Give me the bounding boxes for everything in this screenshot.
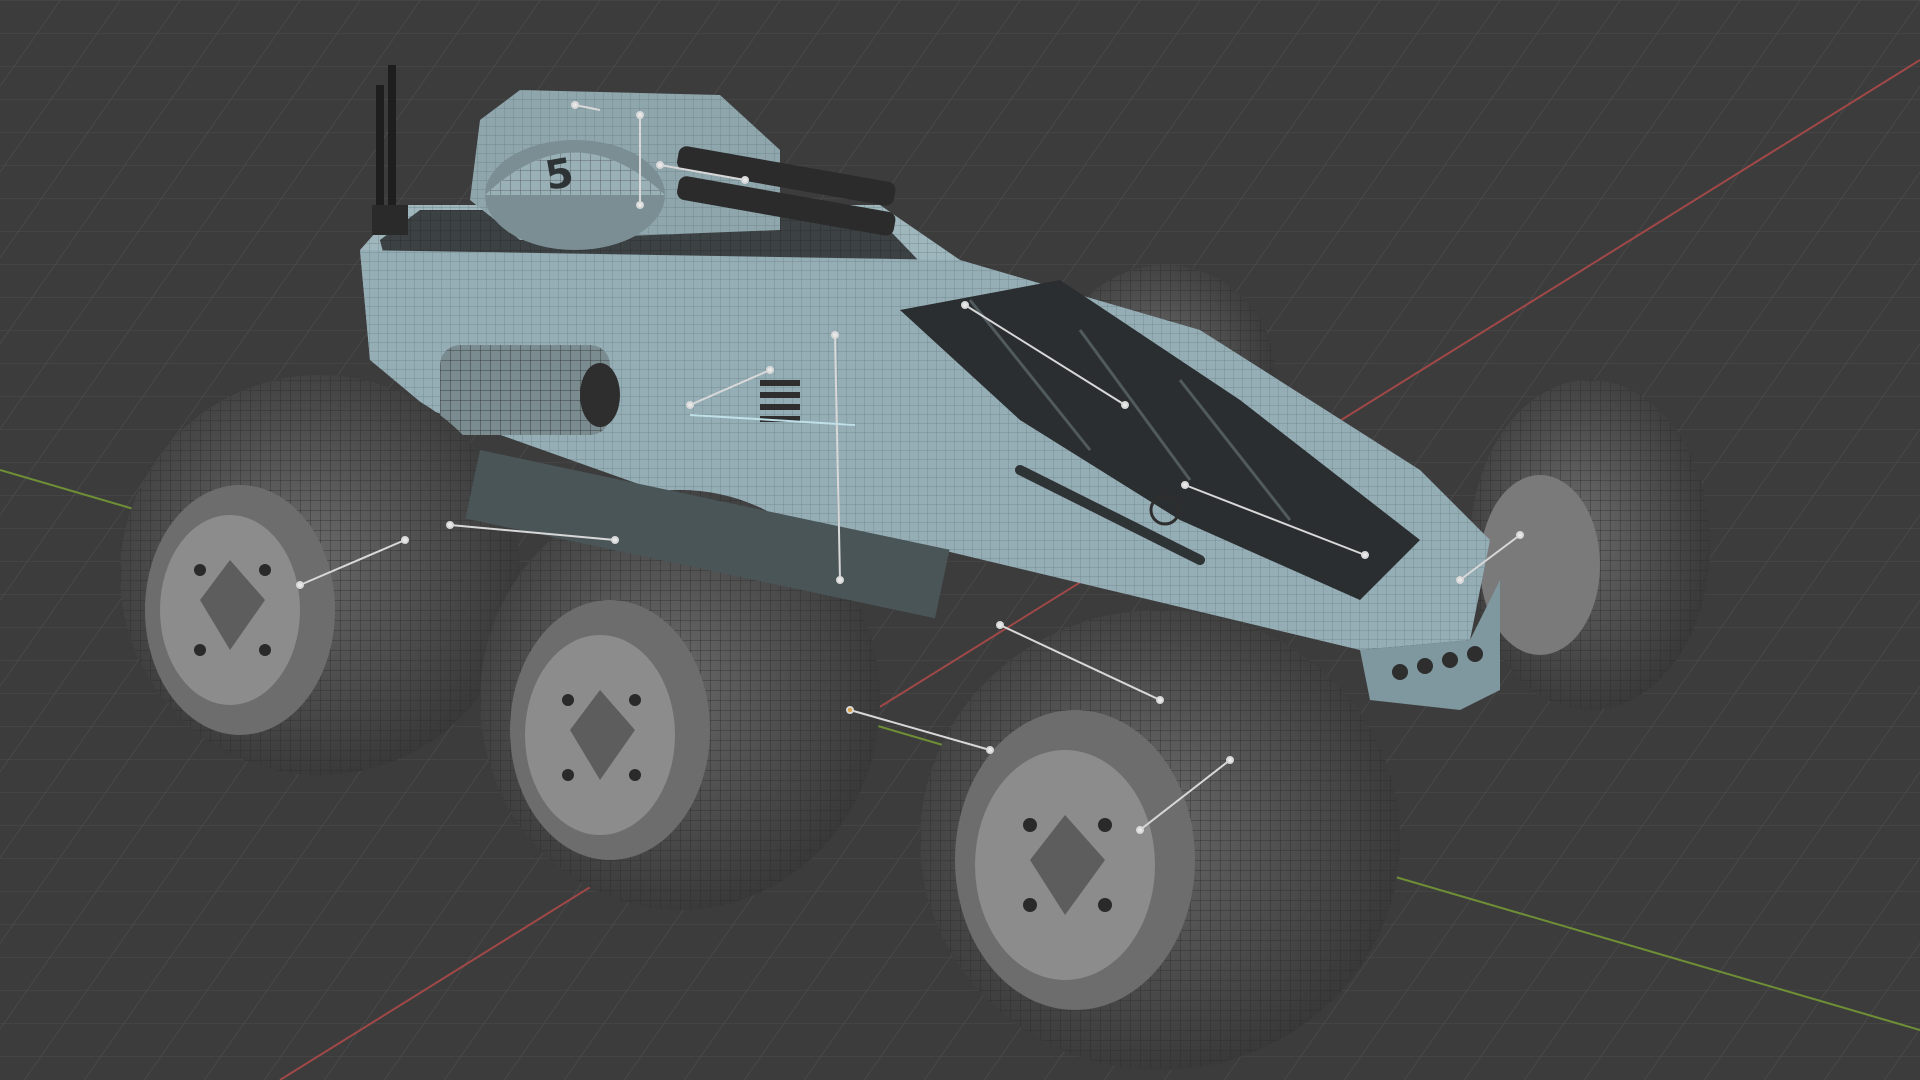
wheel-front-left[interactable] bbox=[920, 610, 1400, 1070]
side-cylinder[interactable] bbox=[440, 345, 620, 435]
wheel-rear-left[interactable] bbox=[120, 375, 520, 775]
viewport-canvas[interactable]: 5 bbox=[0, 0, 1920, 1080]
3d-viewport[interactable]: 5 bbox=[0, 0, 1920, 1080]
